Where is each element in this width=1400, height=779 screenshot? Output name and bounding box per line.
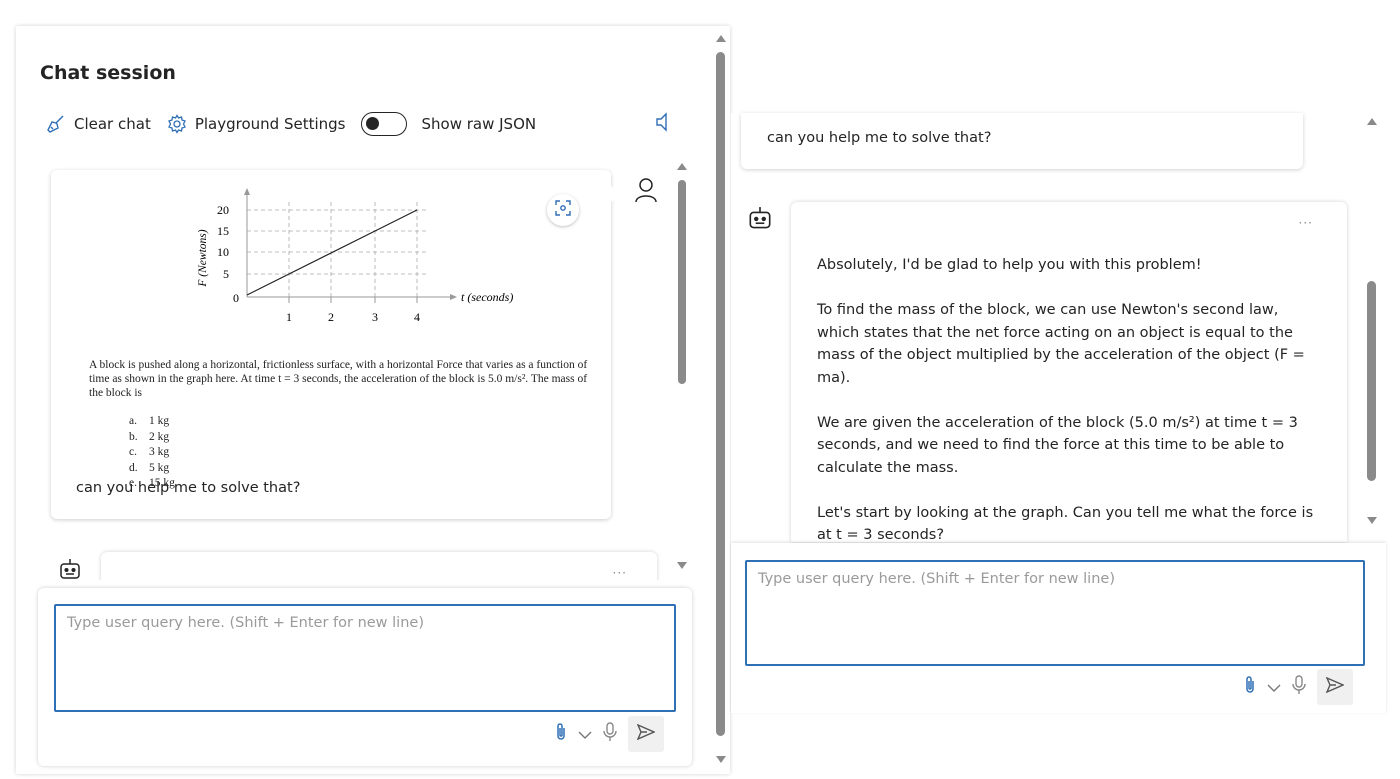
xtick-label: 4 <box>414 310 420 324</box>
reply-paragraph: Let's start by looking at the graph. Can… <box>817 504 1314 543</box>
playground-settings-button[interactable]: Playground Settings <box>167 114 346 134</box>
scroll-down-arrow[interactable] <box>677 562 687 569</box>
query-input-box[interactable] <box>745 560 1365 666</box>
scroll-up-arrow[interactable] <box>677 163 687 170</box>
option-row: d. 5 kg <box>129 461 170 474</box>
bot-avatar <box>58 558 82 580</box>
chevron-down-icon <box>578 725 592 744</box>
attach-button[interactable] <box>554 722 568 746</box>
send-button[interactable] <box>1317 669 1353 705</box>
send-icon <box>1325 676 1345 697</box>
attach-options-button[interactable] <box>578 725 592 744</box>
broom-icon <box>46 114 66 134</box>
xtick-label: 3 <box>372 310 378 324</box>
playground-settings-label: Playground Settings <box>194 115 346 133</box>
bot-message-text: Absolutely, I'd be glad to help you with… <box>817 254 1317 542</box>
toggle-knob <box>366 117 380 130</box>
speaker-icon <box>654 112 672 136</box>
problem-statement: A block is pushed along a horizontal, fr… <box>89 359 588 399</box>
ytick-label: 0 <box>233 291 239 305</box>
graph-xlabel: t (seconds) <box>461 290 513 304</box>
ytick-label: 10 <box>217 245 229 259</box>
chat-scrollbar-thumb[interactable] <box>1367 281 1376 481</box>
ytick-label: 20 <box>217 203 229 217</box>
send-button[interactable] <box>628 716 664 752</box>
xtick-label: 2 <box>328 310 334 324</box>
send-icon <box>636 723 656 744</box>
clear-chat-button[interactable]: Clear chat <box>46 114 151 134</box>
attach-button[interactable] <box>1243 675 1257 699</box>
user-message-card: can you help me to solve that? <box>741 113 1303 169</box>
query-input[interactable] <box>747 562 1363 664</box>
bot-avatar <box>747 206 773 238</box>
page-scroll-up-arrow[interactable] <box>716 35 726 42</box>
chat-history: F (Newtons) 20 15 10 5 0 1 2 3 4 t (seco… <box>16 160 706 580</box>
graph-ylabel: F (Newtons) <box>197 229 209 287</box>
option-row: c. 3 kg <box>129 446 170 458</box>
chat-scrollbar-thumb[interactable] <box>678 180 686 384</box>
microphone-button[interactable] <box>602 722 618 746</box>
user-message-card: F (Newtons) 20 15 10 5 0 1 2 3 4 t (seco… <box>51 170 620 519</box>
reply-paragraph: We are given the acceleration of the blo… <box>817 414 1298 476</box>
toggle-switch[interactable] <box>361 112 408 136</box>
chat-toolbar: Clear chat Playground Settings Show raw … <box>46 111 552 137</box>
reply-paragraph: Absolutely, I'd be glad to help you with… <box>817 257 1202 273</box>
gear-icon <box>167 114 187 134</box>
ytick-label: 15 <box>217 224 229 238</box>
page-title: Chat session <box>40 62 176 84</box>
ytick-label: 5 <box>223 267 229 281</box>
left-chat-panel: Chat session Clear chat Playground Setti… <box>16 26 730 774</box>
bot-message-card: ··· <box>101 552 657 580</box>
page-scrollbar-thumb[interactable] <box>716 52 725 736</box>
user-avatar <box>634 177 658 207</box>
attach-options-button[interactable] <box>1267 678 1281 697</box>
more-options-button[interactable]: ··· <box>613 566 627 580</box>
chat-input-area <box>731 543 1386 713</box>
reply-paragraph: To find the mass of the block, we can us… <box>817 302 1305 386</box>
image-scan-button[interactable] <box>547 194 579 226</box>
user-message-text: can you help me to solve that? <box>76 480 301 496</box>
paperclip-icon <box>554 723 568 746</box>
input-toolbar <box>1243 669 1353 705</box>
chevron-down-icon <box>1267 678 1281 697</box>
scroll-up-arrow[interactable] <box>1367 118 1377 125</box>
chat-input-area <box>38 588 692 766</box>
bot-message-card: ··· Absolutely, I'd be glad to help you … <box>791 202 1347 542</box>
right-chat-panel: can you help me to solve that? ··· Absol… <box>731 113 1386 713</box>
force-time-graph: F (Newtons) 20 15 10 5 0 1 2 3 4 t (seco… <box>197 188 513 324</box>
bot-icon <box>58 559 82 580</box>
option-row: a. 1 kg <box>129 415 170 427</box>
scan-icon <box>554 199 572 221</box>
query-input[interactable] <box>56 606 674 710</box>
speaker-button[interactable] <box>654 112 672 136</box>
query-input-box[interactable] <box>54 604 676 712</box>
option-row: b. 2 kg <box>129 430 170 443</box>
microphone-button[interactable] <box>1291 675 1307 699</box>
input-toolbar <box>554 716 664 752</box>
paperclip-icon <box>1243 676 1257 699</box>
show-raw-json-label: Show raw JSON <box>421 115 537 133</box>
show-raw-json-toggle[interactable]: Show raw JSON <box>361 112 536 136</box>
clear-chat-label: Clear chat <box>74 115 151 133</box>
page-scroll-down-arrow[interactable] <box>716 756 726 763</box>
more-options-button[interactable]: ··· <box>1299 216 1313 230</box>
microphone-icon <box>1291 675 1307 699</box>
xtick-label: 1 <box>286 310 292 324</box>
person-icon <box>634 178 658 207</box>
user-message-text: can you help me to solve that? <box>767 130 992 146</box>
problem-image: F (Newtons) 20 15 10 5 0 1 2 3 4 t (seco… <box>89 188 589 489</box>
bot-icon <box>747 207 773 238</box>
scroll-down-arrow[interactable] <box>1367 517 1377 524</box>
microphone-icon <box>602 722 618 746</box>
